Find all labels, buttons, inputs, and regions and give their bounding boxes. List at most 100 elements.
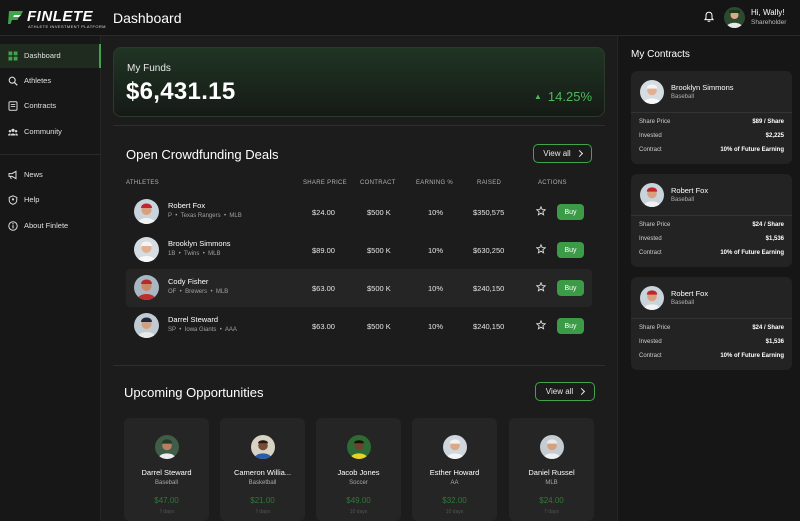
sidebar-item-community[interactable]: Community: [0, 120, 101, 144]
search-icon: [8, 76, 18, 86]
invested-label: Invested: [639, 339, 662, 345]
share-price-label: Share Price: [639, 222, 671, 228]
table-row[interactable]: Cody Fisher OF • Brewers • MLB $63.00 $5…: [126, 269, 592, 307]
opportunities-view-all-button[interactable]: View all: [535, 382, 595, 401]
raised-amount: $240,150: [473, 322, 505, 331]
athlete-name: Brooklyn Simmons: [671, 83, 734, 92]
community-icon: [8, 128, 18, 136]
user-role: Shareholder: [751, 19, 787, 26]
invested-value: $1,536: [765, 339, 784, 345]
col-share-price: SHARE PRICE: [303, 180, 347, 186]
raised-amount: $630,250: [473, 246, 505, 255]
invested-value: $2,225: [765, 133, 784, 139]
megaphone-icon: [8, 170, 17, 180]
sidebar-item-label: Help: [24, 195, 40, 204]
buy-button[interactable]: Buy: [557, 318, 584, 334]
sidebar-item-dashboard[interactable]: Dashboard: [0, 44, 101, 68]
contract-value: $500 K: [367, 246, 391, 255]
view-all-label: View all: [543, 149, 571, 158]
sidebar-item-news[interactable]: News: [0, 163, 101, 187]
info-icon: [8, 221, 18, 231]
star-icon[interactable]: [536, 206, 546, 216]
athlete-position: SP: [168, 327, 176, 333]
opportunity-card[interactable]: Darrel Steward Baseball $47.00 7 days: [124, 418, 209, 521]
athlete-price: $21.00: [250, 496, 275, 505]
col-raised: RAISED: [477, 180, 502, 186]
athlete-name: Daniel Russel: [528, 468, 575, 477]
divider: [113, 365, 605, 366]
earning-percent: 10%: [428, 208, 444, 217]
contract-label: Contract: [639, 147, 662, 153]
star-icon[interactable]: [536, 282, 546, 292]
athlete-avatar: [155, 435, 179, 459]
athlete-name: Darrel Steward: [141, 468, 192, 477]
sidebar-item-help[interactable]: Help: [0, 188, 101, 212]
buy-button[interactable]: Buy: [557, 280, 584, 296]
funds-card: My Funds $6,431.15 ▲ 14.25%: [113, 47, 605, 117]
opportunity-card[interactable]: Esther Howard AA $32.00 10 days: [412, 418, 497, 521]
finlete-logo[interactable]: FINLETE ATHLETE INVESTMENT PLATFORM: [8, 8, 106, 30]
top-bar: FINLETE ATHLETE INVESTMENT PLATFORM Dash…: [0, 0, 800, 36]
deals-view-all-button[interactable]: View all: [533, 144, 592, 163]
logo-mark-icon: [8, 11, 23, 24]
earning-percent: 10%: [428, 246, 444, 255]
contract-card[interactable]: Robert Fox Baseball Share Price $24 / Sh…: [631, 174, 792, 267]
athlete-position: OF: [168, 289, 177, 295]
opportunity-card[interactable]: Jacob Jones Soccer $49.00 10 days: [316, 418, 401, 521]
table-row[interactable]: Darrel Steward SP • Iowa Giants • AAA $6…: [126, 307, 592, 345]
contract-label: Contract: [639, 353, 662, 359]
brand-tagline: ATHLETE INVESTMENT PLATFORM: [28, 24, 106, 29]
contract-value: $500 K: [367, 284, 391, 293]
athlete-name: Cody Fisher: [168, 277, 209, 286]
athlete-name: Robert Fox: [671, 289, 709, 298]
star-icon[interactable]: [536, 244, 546, 254]
table-row[interactable]: Brooklyn Simmons 1B • Twins • MLB $89.00…: [126, 231, 592, 269]
athlete-avatar: [640, 80, 664, 104]
athlete-meta: OF • Brewers • MLB: [168, 289, 229, 295]
sidebar-item-athletes[interactable]: Athletes: [0, 69, 101, 93]
sidebar-item-label: Contracts: [24, 101, 57, 110]
sidebar-divider: [0, 154, 101, 155]
sidebar-item-label: News: [24, 170, 43, 179]
sidebar-item-label: About Finlete: [24, 221, 69, 230]
user-greeting: Hi, Wally!: [751, 8, 785, 17]
contract-card[interactable]: Robert Fox Baseball Share Price $24 / Sh…: [631, 277, 792, 370]
athlete-league: MLB: [229, 213, 242, 219]
opportunity-card[interactable]: Cameron Willia... Basketball $21.00 7 da…: [220, 418, 305, 521]
contract-value: 10% of Future Earning: [720, 353, 784, 359]
bell-icon[interactable]: [703, 11, 715, 23]
buy-button[interactable]: Buy: [557, 204, 584, 220]
athlete-team: Twins: [184, 251, 200, 257]
sidebar-item-about[interactable]: About Finlete: [0, 214, 101, 238]
invested-value: $1,536: [765, 236, 784, 242]
athlete-name: Robert Fox: [168, 201, 206, 210]
view-all-label: View all: [545, 387, 574, 396]
athlete-sport: Baseball: [671, 197, 695, 203]
deals-title: Open Crowdfunding Deals: [126, 147, 279, 162]
sidebar-item-contracts[interactable]: Contracts: [0, 94, 101, 118]
opportunity-card[interactable]: Daniel Russel MLB $24.00 7 days: [509, 418, 594, 521]
athlete-price: $49.00: [346, 496, 371, 505]
divider: [631, 318, 792, 319]
athlete-price-sub: 10 days: [349, 509, 368, 515]
star-icon[interactable]: [536, 320, 546, 330]
athlete-league: MLB: [215, 289, 229, 295]
user-avatar[interactable]: [724, 7, 745, 28]
invested-label: Invested: [639, 236, 662, 242]
contract-label: Contract: [639, 250, 662, 256]
contract-value: $500 K: [367, 322, 391, 331]
athlete-avatar: [347, 435, 371, 459]
sidebar-item-label: Community: [24, 127, 62, 136]
divider: [631, 215, 792, 216]
table-row[interactable]: Robert Fox P • Texas Rangers • MLB $24.0…: [126, 193, 592, 231]
athlete-team: Brewers: [185, 289, 208, 295]
contract-icon: [8, 101, 18, 111]
athlete-position: P: [168, 213, 172, 219]
contract-card[interactable]: Brooklyn Simmons Baseball Share Price $8…: [631, 71, 792, 164]
sidebar-item-label: Dashboard: [24, 51, 61, 60]
athlete-price-sub: 7 days: [255, 509, 270, 515]
athlete-meta: SP • Iowa Giants • AAA: [168, 327, 237, 333]
athlete-price: $47.00: [154, 496, 179, 505]
my-contracts-panel: My Contracts Brooklyn Simmons Baseball S…: [617, 36, 800, 521]
buy-button[interactable]: Buy: [557, 242, 584, 258]
